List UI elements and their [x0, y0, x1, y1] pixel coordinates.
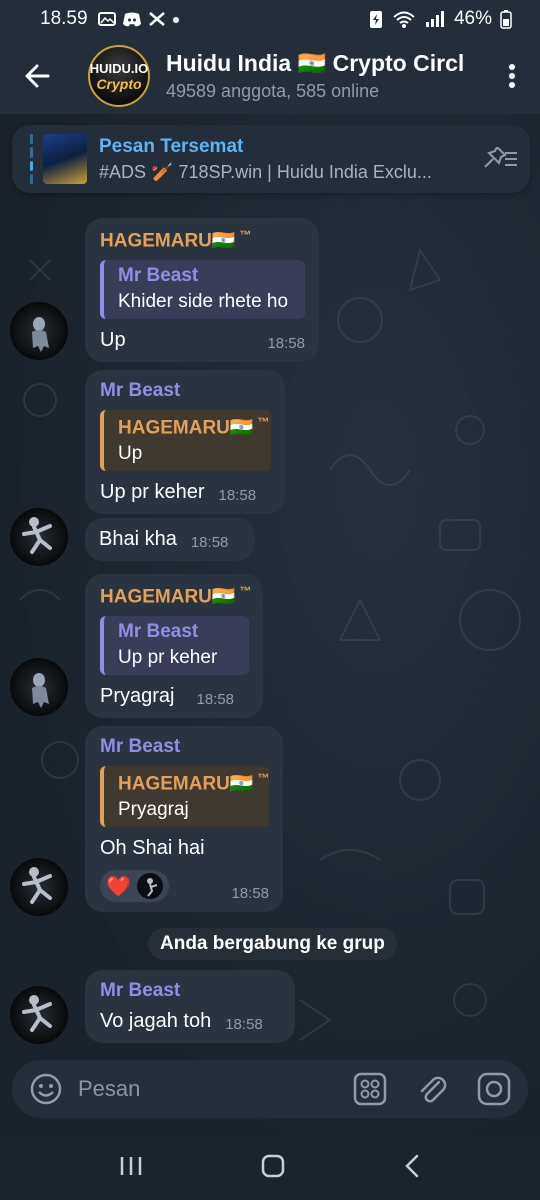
reply-sender: Mr Beast	[118, 265, 199, 287]
recents-icon	[120, 1156, 142, 1175]
reply-text: Up pr keher	[118, 647, 218, 669]
pinned-thumbnail	[43, 134, 87, 184]
reply-preview[interactable]: Mr Beast Up pr keher	[100, 616, 249, 676]
message-sender[interactable]: HAGEMARU🇮🇳 ™	[100, 584, 252, 608]
message-text: Vo jagah toh	[100, 1010, 212, 1032]
status-time: 18.59	[40, 8, 88, 29]
dancer-figure-avatar	[22, 995, 52, 1032]
sender-avatar[interactable]	[10, 302, 68, 360]
message-bubble[interactable]: Mr Beast HAGEMARU🇮🇳 ™ Pryagraj Oh Shai ha…	[85, 726, 283, 913]
message-time: 18:58	[231, 885, 269, 903]
bot-commands-button[interactable]	[344, 1060, 396, 1118]
dancer-figure-avatar	[22, 867, 52, 904]
notification-icons	[97, 11, 180, 27]
reply-preview[interactable]: Mr Beast Khider side rhete ho	[100, 260, 305, 320]
message-bubble[interactable]: Mr Beast Vo jagah toh 18:58	[85, 970, 295, 1043]
camera-icon	[477, 1072, 511, 1106]
reply-text: Pryagraj	[118, 799, 189, 821]
reaction-chip[interactable]: ❤️	[100, 870, 169, 903]
discord-icon	[122, 12, 141, 27]
message-input-bar: Pesan	[12, 1060, 528, 1118]
ghost-figure-avatar	[32, 673, 49, 708]
message-sender[interactable]: Mr Beast	[100, 380, 271, 402]
group-subtitle: 49589 anggota, 585 online	[166, 81, 380, 101]
message-time: 18:58	[196, 691, 235, 709]
message-time: 18:58	[190, 534, 229, 551]
pinned-message-bar[interactable]: Pesan Tersemat #ADS 🏏 718SP.win | Huidu …	[12, 125, 530, 193]
android-nav-bar	[0, 1136, 540, 1200]
message-sender[interactable]: Mr Beast	[100, 980, 281, 1002]
group-avatar[interactable]: HUIDU.IO Crypto	[88, 45, 150, 107]
arrow-left-icon	[25, 64, 50, 88]
chat-header: HUIDU.IO Crypto Huidu India 🇮🇳 Crypto Ci…	[0, 38, 540, 114]
recents-button[interactable]	[118, 1154, 144, 1183]
command-grid-icon	[353, 1072, 387, 1106]
message-bubble[interactable]: HAGEMARU🇮🇳 ™ Mr Beast Up pr keher Pryagra…	[85, 574, 263, 719]
pinned-title: Pesan Tersemat	[99, 135, 244, 157]
status-bar: 18.59 46%	[0, 0, 540, 38]
chevron-left-icon	[405, 1154, 419, 1177]
pinned-list-button[interactable]	[470, 147, 530, 171]
reactor-avatar	[136, 873, 163, 900]
sender-avatar[interactable]	[10, 508, 68, 566]
kebab-menu-icon	[509, 64, 515, 88]
reply-preview[interactable]: HAGEMARU🇮🇳 ™ Pryagraj	[100, 766, 270, 828]
emoji-button[interactable]	[20, 1060, 72, 1118]
service-message: Anda bergabung ke grup	[148, 928, 397, 960]
message-bubble[interactable]: Mr Beast HAGEMARU🇮🇳 ™ Up Up pr keher 18:5…	[85, 370, 285, 515]
signal-icon	[425, 11, 444, 27]
message-text: Oh Shai hai	[100, 837, 205, 860]
message-sender[interactable]: HAGEMARU🇮🇳 ™	[100, 228, 305, 252]
smiley-icon	[30, 1073, 62, 1105]
pinned-body: #ADS 🏏 718SP.win | Huidu India Exclu...	[99, 161, 432, 182]
more-notifications-dot-icon	[172, 17, 179, 23]
reply-sender: HAGEMARU🇮🇳 ™	[118, 415, 270, 439]
x-icon	[148, 12, 165, 26]
group-avatar-line2: Crypto	[96, 75, 142, 92]
nav-back-button[interactable]	[402, 1153, 422, 1184]
pinned-position-indicator	[30, 134, 33, 184]
attach-button[interactable]	[406, 1060, 458, 1118]
status-right: 46%	[368, 8, 512, 30]
message-text: Up	[100, 329, 126, 352]
message-text: Bhai kha	[99, 528, 177, 550]
pinned-text: Pesan Tersemat #ADS 🏏 718SP.win | Huidu …	[99, 136, 470, 183]
home-icon	[261, 1154, 285, 1177]
message-time: 18:58	[225, 1016, 263, 1033]
group-title: Huidu India 🇮🇳 Crypto Circl	[166, 50, 465, 76]
reply-preview[interactable]: HAGEMARU🇮🇳 ™ Up	[100, 410, 271, 472]
camera-button[interactable]	[468, 1060, 520, 1118]
reply-sender: Mr Beast	[118, 621, 199, 643]
home-button[interactable]	[260, 1153, 286, 1184]
message-sender[interactable]: Mr Beast	[100, 736, 269, 758]
message-time: 18:58	[267, 335, 305, 353]
message-bubble[interactable]: Bhai kha 18:58	[85, 518, 255, 561]
gallery-icon	[97, 12, 116, 26]
battery-icon	[500, 10, 512, 29]
reply-text: Up	[118, 443, 143, 465]
sender-avatar[interactable]	[10, 986, 68, 1044]
group-avatar-line1: HUIDU.IO	[89, 60, 149, 76]
sender-avatar[interactable]	[10, 858, 68, 916]
paperclip-icon	[420, 1076, 447, 1103]
more-options-button[interactable]	[484, 38, 540, 114]
dancer-figure-avatar	[22, 517, 52, 554]
message-text: Up pr keher	[100, 481, 205, 504]
reply-text: Khider side rhete ho	[118, 291, 289, 313]
message-input[interactable]: Pesan	[78, 1076, 344, 1102]
heart-reaction-icon: ❤️	[106, 875, 131, 898]
sender-avatar[interactable]	[10, 658, 68, 716]
back-button[interactable]	[0, 38, 76, 114]
message-time: 18:58	[218, 487, 257, 505]
message-text: Pryagraj	[100, 685, 175, 708]
battery-saver-icon	[369, 11, 382, 28]
battery-percent: 46%	[453, 8, 492, 29]
message-bubble[interactable]: HAGEMARU🇮🇳 ™ Mr Beast Khider side rhete h…	[85, 218, 319, 363]
reply-sender: HAGEMARU🇮🇳 ™	[118, 771, 270, 795]
header-titles[interactable]: Huidu India 🇮🇳 Crypto Circl 49589 anggot…	[166, 50, 484, 102]
wifi-icon	[393, 11, 415, 28]
pin-list-icon	[484, 147, 517, 168]
ghost-figure-avatar	[32, 317, 49, 352]
